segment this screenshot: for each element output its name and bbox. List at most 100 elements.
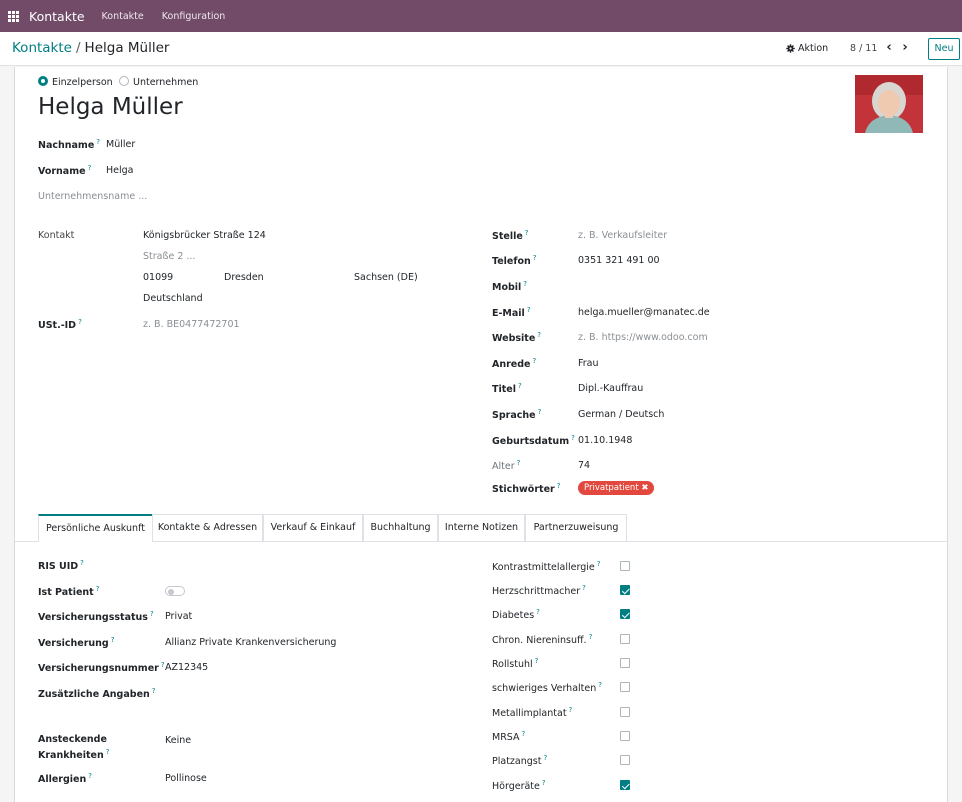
versicherungsstatus-field[interactable]: Privat [165, 611, 192, 622]
chevron-right-icon: › [902, 40, 908, 55]
radio-unchecked-icon [119, 76, 129, 86]
app-name[interactable]: Kontakte [29, 9, 85, 24]
metallimplantat-checkbox[interactable] [620, 707, 630, 717]
tab-partnerzuweisung[interactable]: Partnerzuweisung [525, 514, 627, 541]
ansteckende-krankheiten-label: Ansteckende [38, 734, 107, 745]
platzangst-label: Platzangst? [492, 754, 548, 768]
stichwoerter-label: Stichwörter? [492, 482, 561, 496]
kontrastmittelallergie-label: Kontrastmittelallergie? [492, 560, 601, 574]
tab-verkauf-einkauf[interactable]: Verkauf & Einkauf [263, 514, 363, 541]
kontakt-label: Kontakt [38, 230, 75, 241]
nachname-label: Nachname? [38, 138, 100, 152]
radio-checked-icon [38, 76, 48, 86]
ansteckende-krankheiten-label-2: Krankheiten? [38, 748, 110, 762]
herzschrittmacher-label: Herzschrittmacher? [492, 584, 586, 598]
vat-field[interactable]: z. B. BE0477472701 [143, 319, 240, 330]
new-button[interactable]: Neu [928, 38, 960, 60]
chron-niereninsuff-checkbox[interactable] [620, 634, 630, 644]
alter-field: 74 [578, 460, 591, 471]
city-field[interactable]: Dresden [224, 272, 264, 283]
stelle-label: Stelle? [492, 229, 529, 243]
tag-privatpatient[interactable]: Privatpatient ✖ [578, 481, 655, 495]
mrsa-checkbox[interactable] [620, 731, 630, 741]
radio-einzelperson-label: Einzelperson [52, 77, 113, 88]
ist-patient-toggle[interactable] [165, 586, 185, 596]
mobil-label: Mobil? [492, 280, 528, 294]
ansteckende-krankheiten-field[interactable]: Keine [165, 735, 191, 746]
ris-uid-field[interactable] [165, 560, 445, 572]
vorname-label: Vorname? [38, 164, 92, 178]
gear-icon [786, 44, 795, 53]
rollstuhl-checkbox[interactable] [620, 658, 630, 668]
breadcrumb: Kontakte / Helga Müller [12, 40, 169, 56]
contact-name-field[interactable]: Helga Müller [38, 94, 183, 120]
sprache-label: Sprache? [492, 408, 542, 422]
versicherung-field[interactable]: Allianz Private Krankenversicherung [165, 637, 336, 648]
versicherungsnummer-field[interactable]: AZ12345 [165, 662, 208, 673]
street-field[interactable]: Königsbrücker Straße 124 [143, 230, 266, 241]
telefon-field[interactable]: 0351 321 491 00 [578, 255, 660, 266]
tab-persoenliche-auskunft[interactable]: Persönliche Auskunft [38, 514, 153, 542]
form-sheet: Einzelperson Unternehmen Helga Müller Na… [14, 67, 948, 802]
radio-einzelperson[interactable]: Einzelperson [38, 76, 113, 88]
titel-field[interactable]: Dipl.-Kauffrau [578, 383, 643, 394]
company-name-field[interactable]: Unternehmensname ... [38, 191, 147, 202]
geburtsdatum-field[interactable]: 01.10.1948 [578, 435, 632, 446]
pager-value[interactable]: 8 / 11 [850, 43, 877, 54]
breadcrumb-parent[interactable]: Kontakte [12, 40, 72, 56]
herzschrittmacher-checkbox[interactable] [620, 585, 630, 595]
chron-niereninsuff-label: Chron. Niereninsuff.? [492, 633, 593, 647]
website-label: Website? [492, 331, 541, 345]
state-field[interactable]: Sachsen (DE) [354, 272, 418, 283]
platzangst-checkbox[interactable] [620, 755, 630, 765]
pager-previous-button[interactable]: ‹ [882, 39, 896, 57]
kontrastmittelallergie-checkbox[interactable] [620, 561, 630, 571]
portrait-image [855, 75, 923, 133]
street2-field[interactable]: Straße 2 ... [143, 251, 195, 262]
schwieriges-verhalten-checkbox[interactable] [620, 682, 630, 692]
country-field[interactable]: Deutschland [143, 293, 203, 304]
metallimplantat-label: Metallimplantat? [492, 706, 573, 720]
geburtsdatum-label: Geburtsdatum? [492, 434, 575, 448]
tags-field[interactable]: Privatpatient ✖ [578, 481, 655, 495]
top-navbar: Kontakte Kontakte Konfiguration [0, 0, 962, 32]
tag-remove-icon[interactable]: ✖ [641, 483, 648, 493]
hoergeraete-label: Hörgeräte? [492, 779, 546, 793]
allergien-label: Allergien? [38, 772, 92, 786]
anrede-field[interactable]: Frau [578, 358, 599, 369]
mrsa-label: MRSA? [492, 730, 526, 744]
tab-kontakte-adressen[interactable]: Kontakte & Adressen [152, 514, 263, 541]
breadcrumb-separator: / [75, 40, 81, 56]
hoergeraete-checkbox[interactable] [620, 780, 630, 790]
allergien-field[interactable]: Pollinose [165, 773, 207, 784]
alter-label: Alter? [492, 459, 521, 473]
contact-photo[interactable] [855, 75, 923, 133]
menu-konfiguration[interactable]: Konfiguration [162, 11, 226, 22]
action-button[interactable]: Aktion [786, 43, 828, 54]
email-label: E-Mail? [492, 306, 531, 320]
menu-kontakte[interactable]: Kontakte [102, 11, 144, 22]
versicherungsnummer-label: Versicherungsnummer? [38, 661, 165, 675]
notebook-tabs: Persönliche Auskunft Kontakte & Adressen… [15, 514, 947, 542]
sprache-field[interactable]: German / Deutsch [578, 409, 664, 420]
email-field[interactable]: helga.mueller@manatec.de [578, 307, 710, 318]
zusaetzliche-angaben-field[interactable] [165, 688, 445, 700]
tag-label: Privatpatient [584, 483, 639, 493]
versicherung-label: Versicherung? [38, 636, 115, 650]
titel-label: Titel? [492, 382, 522, 396]
action-label: Aktion [798, 43, 829, 54]
schwieriges-verhalten-label: schwieriges Verhalten? [492, 681, 602, 695]
vorname-field[interactable]: Helga [106, 165, 133, 176]
zip-field[interactable]: 01099 [143, 272, 173, 283]
apps-menu-icon[interactable] [8, 10, 20, 22]
tab-buchhaltung[interactable]: Buchhaltung [363, 514, 438, 541]
mobil-field[interactable] [578, 281, 778, 293]
stelle-field[interactable]: z. B. Verkaufsleiter [578, 230, 667, 241]
diabetes-checkbox[interactable] [620, 609, 630, 619]
rollstuhl-label: Rollstuhl? [492, 657, 539, 671]
pager-next-button[interactable]: › [898, 39, 912, 57]
website-field[interactable]: z. B. https://www.odoo.com [578, 332, 708, 343]
tab-interne-notizen[interactable]: Interne Notizen [438, 514, 525, 541]
radio-unternehmen[interactable]: Unternehmen [119, 76, 198, 88]
nachname-field[interactable]: Müller [106, 139, 135, 150]
